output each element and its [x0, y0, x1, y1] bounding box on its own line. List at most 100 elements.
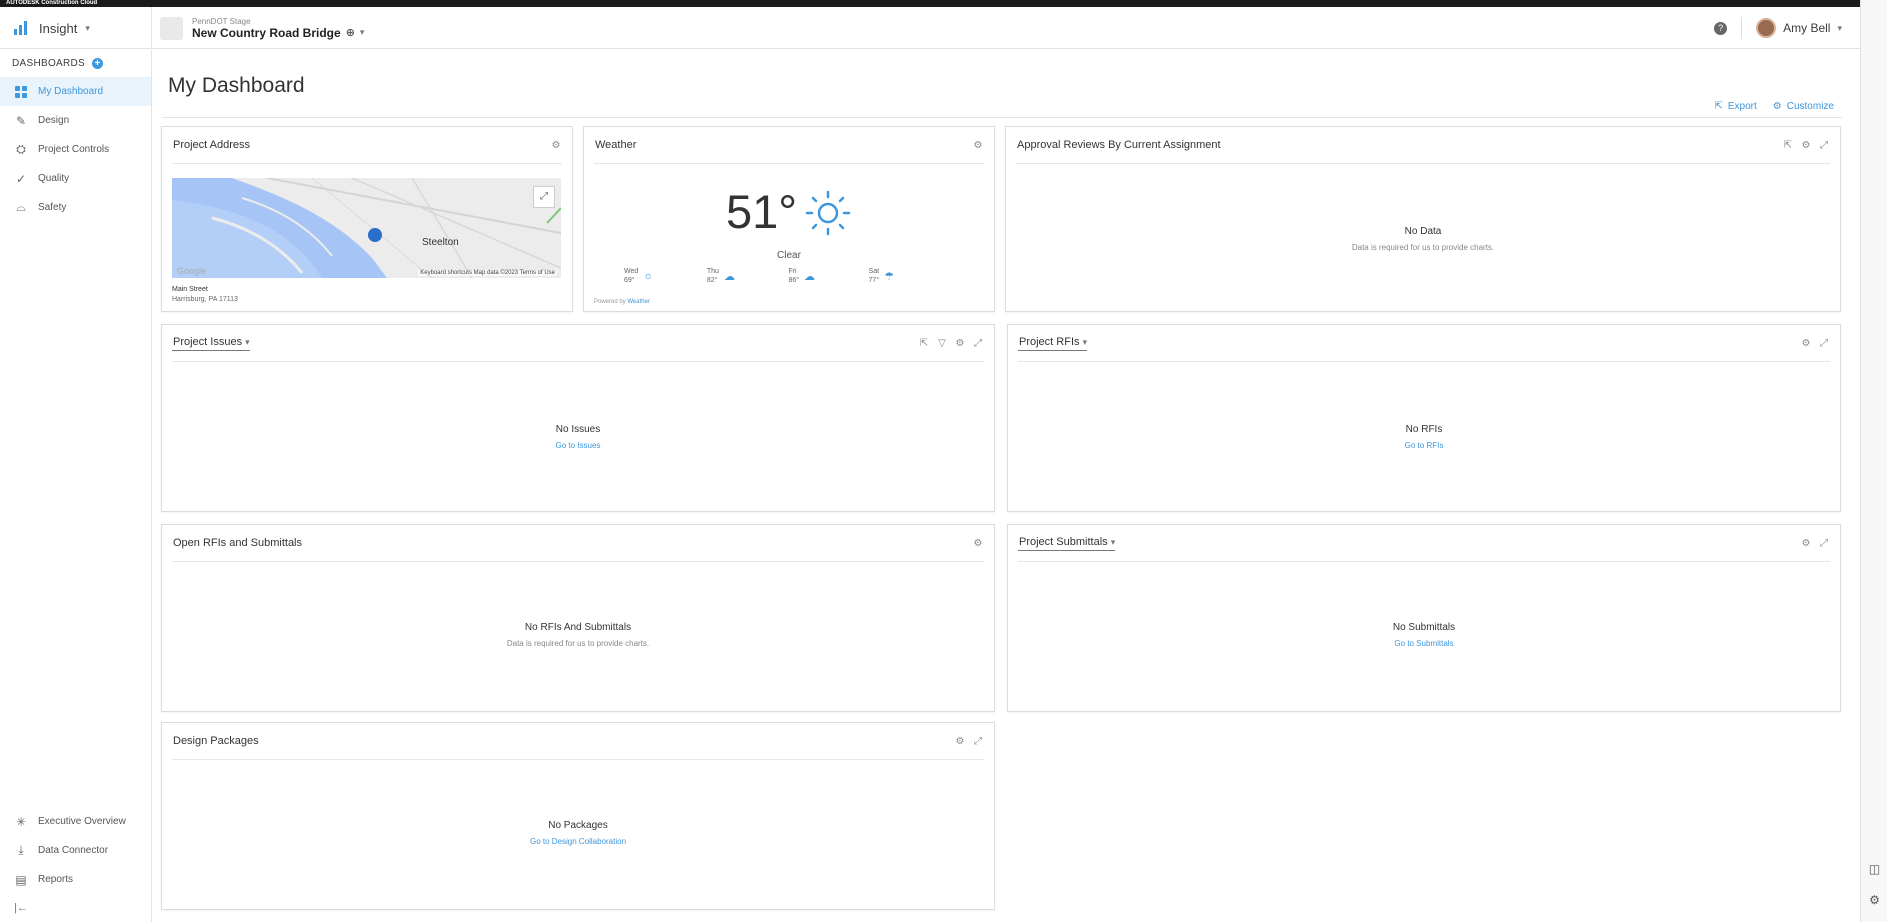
gear-icon[interactable]: ⚙ [550, 140, 562, 151]
grid-icon [14, 85, 28, 99]
customize-button[interactable]: ⚙ Customize [1773, 101, 1834, 112]
sidebar-item-data-connector[interactable]: ⤓ Data Connector [0, 836, 151, 865]
sidebar-item-safety[interactable]: ⌓ Safety [0, 193, 151, 222]
sidebar-item-quality[interactable]: ✓ Quality [0, 164, 151, 193]
main-content: My Dashboard ⇱ Export ⚙ Customize Project … [152, 50, 1860, 922]
download-icon: ⤓ [18, 843, 24, 857]
weather-forecast: Wed 69° ☼ Thu 82° ☁ Fri 86° ☁ Sat 77° ☂ [624, 267, 894, 285]
sidebar-item-project-controls[interactable]: ⛭ Project Controls [0, 135, 151, 164]
project-thumbnail [160, 16, 183, 40]
chevron-down-icon: ▾ [1082, 336, 1088, 347]
gear-icon: ⚙ [1772, 101, 1782, 112]
go-to-issues-link[interactable]: Go to Issues [162, 441, 994, 450]
export-icon[interactable]: ⇱ [1782, 140, 1794, 151]
expand-icon[interactable]: ⤢ [972, 338, 984, 349]
card-project-address: Project Address ⚙ ⤢ Steelton Google Keyb… [161, 126, 573, 312]
export-button[interactable]: ⇱ Export [1714, 101, 1756, 112]
dashboards-heading: DASHBOARDS + [0, 50, 151, 77]
card-title: Open RFIs and Submittals [173, 537, 303, 549]
gear-icon[interactable]: ⚙ [954, 736, 966, 747]
chevron-down-icon: ▾ [359, 27, 365, 37]
collapse-sidebar-icon[interactable]: |← [0, 894, 151, 922]
sidebar-item-executive-overview[interactable]: ✳ Executive Overview [0, 807, 151, 836]
user-menu[interactable]: Amy Bell ▾ [1756, 18, 1842, 38]
expand-icon[interactable]: ⤢ [1818, 538, 1830, 549]
map-image [172, 178, 561, 278]
app-frame: AUTODESK Construction Cloud Insight ▾ Pe… [0, 0, 1860, 922]
chevron-down-icon: ▾ [85, 22, 90, 33]
forecast-day: Wed 69° ☼ [624, 268, 654, 284]
forecast-day: Sat 77° ☂ [868, 268, 894, 284]
brand-bar: AUTODESK Construction Cloud [0, 0, 1860, 7]
map[interactable]: ⤢ Steelton Google Keyboard shortcuts Map… [172, 178, 561, 278]
sidebar: DASHBOARDS + My Dashboard ✎ Design ⛭ Pro… [0, 50, 152, 922]
edit-icon: ✎ [15, 113, 27, 128]
map-city-label: Steelton [422, 237, 459, 248]
sidebar-item-reports[interactable]: ▤ Reports [0, 865, 151, 894]
forecast-day: Thu 82° ☁ [706, 268, 735, 284]
gear-icon[interactable]: ⚙ [954, 338, 966, 349]
filter-icon[interactable]: ▽ [936, 338, 948, 349]
empty-state: No Submittals Go to Submittals [1008, 622, 1840, 648]
cloud-icon: ☁ [723, 270, 735, 283]
submittals-dropdown[interactable]: Project Submittals ▾ [1018, 536, 1116, 551]
app-name: Insight [39, 20, 78, 36]
chevron-down-icon: ▾ [1837, 22, 1842, 33]
gear-icon[interactable]: ⚙ [1800, 140, 1812, 151]
gear-icon[interactable]: ⚙ [972, 538, 984, 549]
fullscreen-icon[interactable]: ⤢ [533, 186, 555, 208]
add-dashboard-icon[interactable]: + [92, 58, 104, 69]
export-icon[interactable]: ⇱ [918, 338, 930, 349]
weather-provider-link[interactable]: Weather [627, 299, 650, 305]
app-switcher[interactable]: Insight ▾ [0, 7, 152, 49]
go-to-design-collaboration-link[interactable]: Go to Design Collaboration [162, 837, 994, 846]
report-icon: ▤ [15, 872, 27, 887]
hierarchy-icon: ⛭ [16, 142, 26, 156]
project-selector[interactable]: PennDOT Stage New Country Road Bridge ⊕ … [160, 12, 364, 44]
header-divider [1741, 17, 1743, 39]
page-title: My Dashboard [168, 74, 305, 97]
insight-bars-icon [14, 21, 31, 35]
go-to-submittals-link[interactable]: Go to Submittals [1008, 639, 1840, 648]
help-icon[interactable]: ? [1714, 21, 1728, 35]
panel-toggle-icon[interactable]: ◫ [1867, 862, 1882, 877]
card-approval-reviews: Approval Reviews By Current Assignment ⇱… [1005, 126, 1841, 312]
issues-dropdown[interactable]: Project Issues ▾ [172, 336, 250, 351]
sun-icon: ☼ [643, 270, 654, 282]
rain-icon: ☂ [884, 270, 894, 283]
gear-icon[interactable]: ⚙ [1800, 538, 1812, 549]
right-rail: ◫ ⚙ [1860, 0, 1887, 922]
sidebar-item-my-dashboard[interactable]: My Dashboard [0, 77, 151, 106]
weather-attribution: Powered by Weather [594, 299, 650, 305]
sidebar-item-design[interactable]: ✎ Design [0, 106, 151, 135]
current-temperature: 51° [726, 185, 798, 238]
forecast-day: Fri 86° ☁ [788, 268, 816, 284]
gear-icon[interactable]: ⚙ [1867, 893, 1882, 908]
expand-icon[interactable]: ⤢ [1818, 338, 1830, 349]
check-icon: ✓ [15, 171, 27, 186]
map-attribution: Keyboard shortcuts Map data ©2023 Terms … [418, 270, 557, 276]
rfis-dropdown[interactable]: Project RFIs ▾ [1018, 336, 1088, 351]
empty-state: No Packages Go to Design Collaboration [162, 820, 994, 846]
address-street: Main Street [172, 286, 208, 293]
globe-icon: ⊕ [345, 27, 355, 39]
card-title: Approval Reviews By Current Assignment [1017, 139, 1221, 151]
helmet-icon: ⌓ [16, 200, 26, 214]
app-header: Insight ▾ PennDOT Stage New Country Road… [0, 7, 1860, 49]
card-weather: Weather ⚙ 51° Clear Wed 69° ☼ Thu 82° ☁ … [583, 126, 995, 312]
card-project-submittals: Project Submittals ▾ ⚙ ⤢ No Submittals G… [1007, 524, 1841, 712]
card-open-rfis-submittals: Open RFIs and Submittals ⚙ No RFIs And S… [161, 524, 995, 712]
address-city: Harrisburg, PA 17113 [172, 296, 238, 303]
expand-icon[interactable]: ⤢ [972, 736, 984, 747]
go-to-rfis-link[interactable]: Go to RFIs [1008, 441, 1840, 450]
google-logo: Google [177, 266, 207, 276]
expand-icon[interactable]: ⤢ [1818, 140, 1830, 151]
gear-icon[interactable]: ⚙ [972, 140, 984, 151]
chevron-down-icon: ▾ [1110, 536, 1116, 547]
sun-icon [805, 190, 851, 236]
card-title: Project Address [173, 139, 251, 151]
gear-icon[interactable]: ⚙ [1800, 338, 1812, 349]
empty-state: No Issues Go to Issues [162, 424, 994, 450]
empty-state: No RFIs Go to RFIs [1008, 424, 1840, 450]
card-project-rfis: Project RFIs ▾ ⚙ ⤢ No RFIs Go to RFIs [1007, 324, 1841, 512]
